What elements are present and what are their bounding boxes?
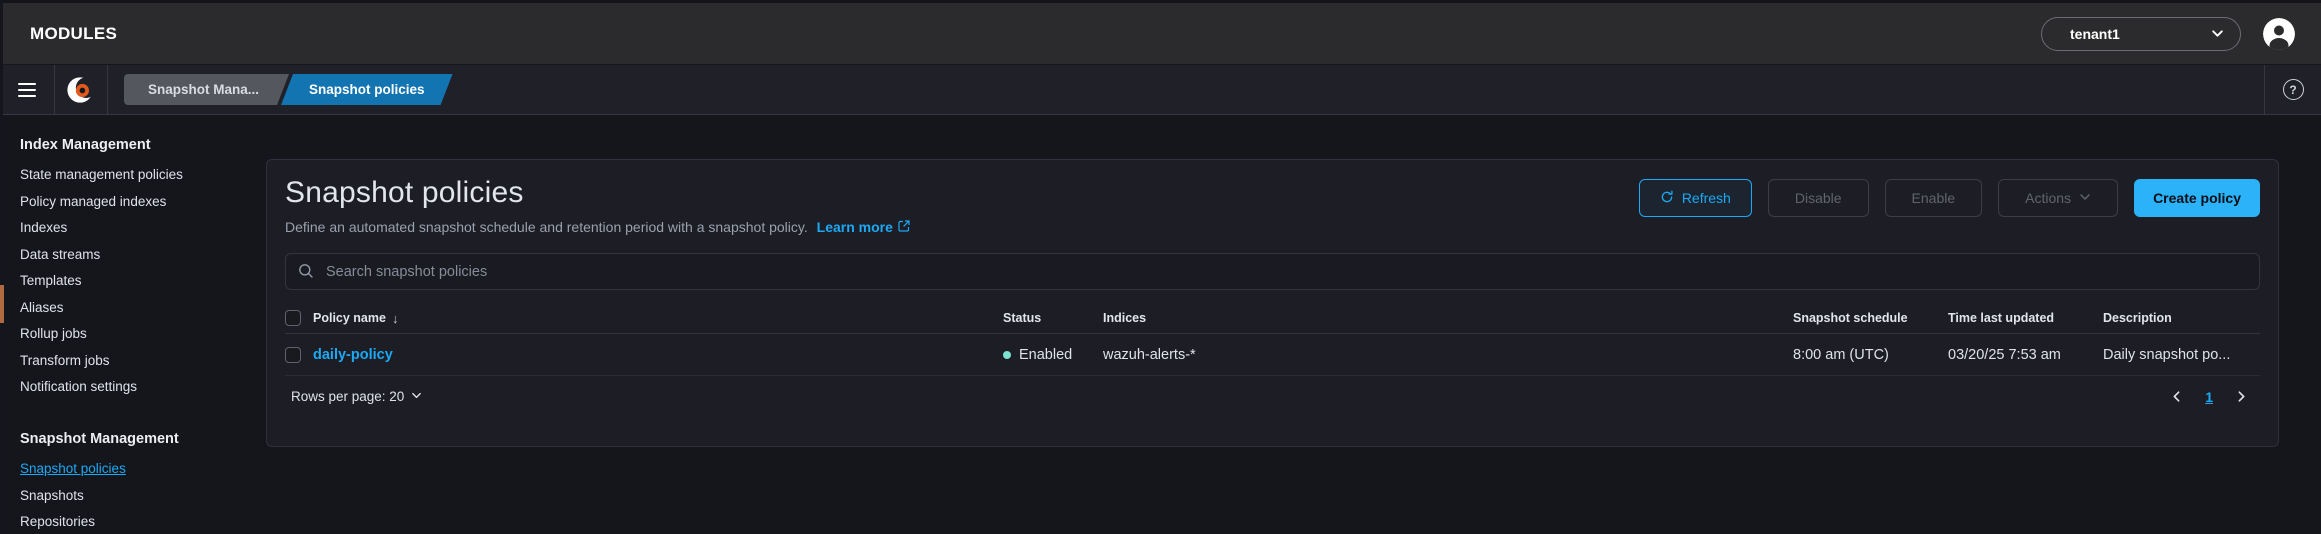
left-edge-accent <box>0 285 4 323</box>
hamburger-icon <box>18 83 36 97</box>
divider <box>107 65 108 114</box>
app-header: MODULES tenant1 <box>0 3 2321 64</box>
column-description[interactable]: Description <box>2103 311 2260 325</box>
breadcrumb-snapshot-management[interactable]: Snapshot Mana... <box>124 74 289 105</box>
enable-label: Enable <box>1912 190 1956 206</box>
sidebar-item-notification-settings[interactable]: Notification settings <box>20 379 137 394</box>
sidebar-item-data-streams[interactable]: Data streams <box>20 247 100 262</box>
column-policy-name[interactable]: Policy name ↓ <box>313 311 1003 326</box>
main-content: Snapshot policies Define an automated sn… <box>262 115 2321 534</box>
user-avatar-icon[interactable] <box>2263 18 2295 50</box>
nav-right: ? <box>2264 65 2321 114</box>
page-controls: 1 <box>2164 389 2260 405</box>
sidebar-item-policy-managed-indexes[interactable]: Policy managed indexes <box>20 194 166 209</box>
panel-description: Define an automated snapshot schedule an… <box>285 219 910 235</box>
chevron-down-icon <box>411 389 422 404</box>
select-all-cell <box>285 310 313 326</box>
refresh-label: Refresh <box>1682 190 1731 206</box>
menu-button[interactable] <box>0 65 54 114</box>
enable-button[interactable]: Enable <box>1885 179 1983 217</box>
panel-title: Snapshot policies <box>285 176 910 210</box>
sidebar-item-aliases[interactable]: Aliases <box>20 300 64 315</box>
column-snapshot-schedule[interactable]: Snapshot schedule <box>1793 311 1948 325</box>
toolbar: Refresh Disable Enable Actions <box>1639 176 2260 217</box>
status-enabled-dot <box>1003 351 1011 359</box>
refresh-button[interactable]: Refresh <box>1639 179 1752 217</box>
disable-button[interactable]: Disable <box>1768 179 1869 217</box>
cell-status: Enabled <box>1003 347 1103 363</box>
tenant-label: tenant1 <box>2070 26 2120 42</box>
sidebar-item-repositories[interactable]: Repositories <box>20 514 95 529</box>
window-edge <box>0 0 3 534</box>
breadcrumb-label: Snapshot Mana... <box>148 82 259 97</box>
table-header-row: Policy name ↓ Status Indices Snapshot sc… <box>285 303 2260 334</box>
cell-description: Daily snapshot po... <box>2103 347 2260 363</box>
search-bar <box>285 253 2260 290</box>
actions-label: Actions <box>2025 190 2071 206</box>
row-checkbox[interactable] <box>285 347 301 363</box>
app-logo-icon[interactable] <box>55 65 107 114</box>
column-label: Policy name <box>313 311 386 325</box>
sort-descending-icon: ↓ <box>392 311 399 326</box>
sidebar-item-snapshot-policies[interactable]: Snapshot policies <box>20 461 126 476</box>
cell-snapshot-schedule: 8:00 am (UTC) <box>1793 347 1948 363</box>
page-title: MODULES <box>30 24 117 44</box>
policy-name-link[interactable]: daily-policy <box>313 347 393 363</box>
rows-per-page-button[interactable]: Rows per page: 20 <box>285 388 428 405</box>
page-body: Index Management State management polici… <box>0 115 2321 534</box>
sidebar-heading-index-management: Index Management <box>20 137 262 153</box>
column-status[interactable]: Status <box>1003 311 1103 325</box>
create-policy-label: Create policy <box>2153 190 2241 206</box>
previous-page-button[interactable] <box>2164 389 2189 404</box>
cell-indices: wazuh-alerts-* <box>1103 347 1793 363</box>
search-icon <box>298 263 314 284</box>
create-policy-button[interactable]: Create policy <box>2134 179 2260 217</box>
external-link-icon <box>898 219 910 235</box>
refresh-icon <box>1660 190 1674 207</box>
sidebar-item-snapshots[interactable]: Snapshots <box>20 488 84 503</box>
panel-title-block: Snapshot policies Define an automated sn… <box>285 176 910 235</box>
header-right: tenant1 <box>2041 17 2295 51</box>
page-number-1[interactable]: 1 <box>2205 389 2213 405</box>
sidebar-item-transform-jobs[interactable]: Transform jobs <box>20 353 110 368</box>
help-button[interactable]: ? <box>2265 65 2321 114</box>
sidebar-item-templates[interactable]: Templates <box>20 273 82 288</box>
table-row: daily-policy Enabled wazuh-alerts-* 8:00… <box>285 334 2260 376</box>
breadcrumb: Snapshot Mana... Snapshot policies <box>124 65 453 114</box>
column-indices[interactable]: Indices <box>1103 311 1793 325</box>
chevron-down-icon <box>2211 27 2224 40</box>
disable-label: Disable <box>1795 190 1842 206</box>
sidebar-heading-snapshot-management: Snapshot Management <box>20 431 262 447</box>
help-glyph: ? <box>2289 83 2296 97</box>
policies-table: Policy name ↓ Status Indices Snapshot sc… <box>285 303 2260 376</box>
status-label: Enabled <box>1019 347 1072 363</box>
nav-bar: Snapshot Mana... Snapshot policies ? <box>0 64 2321 115</box>
chevron-down-icon <box>2079 190 2091 206</box>
learn-more-label: Learn more <box>817 219 893 235</box>
help-icon: ? <box>2283 79 2304 100</box>
cell-time-last-updated: 03/20/25 7:53 am <box>1948 347 2103 363</box>
panel-description-text: Define an automated snapshot schedule an… <box>285 219 808 235</box>
breadcrumb-snapshot-policies[interactable]: Snapshot policies <box>281 74 453 105</box>
sidebar-item-indexes[interactable]: Indexes <box>20 220 67 235</box>
actions-button[interactable]: Actions <box>1998 179 2118 217</box>
sidebar: Index Management State management polici… <box>0 115 262 534</box>
snapshot-policies-panel: Snapshot policies Define an automated sn… <box>266 159 2279 447</box>
column-time-last-updated[interactable]: Time last updated <box>1948 311 2103 325</box>
row-select-cell <box>285 347 313 363</box>
select-all-checkbox[interactable] <box>285 310 301 326</box>
sidebar-item-rollup-jobs[interactable]: Rollup jobs <box>20 326 87 341</box>
tenant-selector[interactable]: tenant1 <box>2041 17 2241 51</box>
rows-per-page-label: Rows per page: 20 <box>291 389 404 404</box>
cell-policy-name: daily-policy <box>313 347 1003 363</box>
sidebar-item-state-management-policies[interactable]: State management policies <box>20 167 183 182</box>
search-input[interactable] <box>285 253 2260 290</box>
learn-more-link[interactable]: Learn more <box>817 219 910 235</box>
breadcrumb-label: Snapshot policies <box>309 82 425 97</box>
next-page-button[interactable] <box>2229 389 2254 404</box>
panel-header: Snapshot policies Define an automated sn… <box>285 176 2260 235</box>
pagination-bar: Rows per page: 20 1 <box>285 388 2260 405</box>
